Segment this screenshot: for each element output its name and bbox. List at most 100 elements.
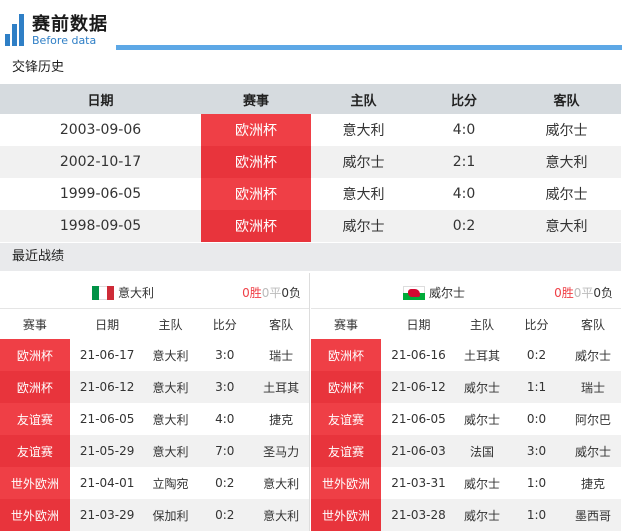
table-row[interactable]: 友谊赛 21-06-03 法国 3:0 威尔士 bbox=[311, 435, 621, 467]
away-team: 瑞士 bbox=[580, 380, 605, 395]
away-team: 意大利 bbox=[263, 476, 300, 491]
col-home: 主队 bbox=[469, 317, 494, 332]
home-team: 意大利 bbox=[152, 444, 189, 459]
table-row[interactable]: 欧洲杯 21-06-16 土耳其 0:2 威尔士 bbox=[311, 339, 621, 371]
score: 2:1 bbox=[452, 154, 476, 170]
team-name: 威尔士 bbox=[429, 286, 466, 300]
team-record: 0胜0平0负 bbox=[554, 284, 613, 301]
score: 1:1 bbox=[526, 380, 547, 394]
team-name: 意大利 bbox=[118, 286, 155, 300]
score: 3:0 bbox=[215, 348, 235, 362]
competition-badge: 欧洲杯 bbox=[0, 371, 70, 403]
home-team: 意大利 bbox=[342, 187, 385, 203]
col-score: 比分 bbox=[212, 317, 237, 332]
competition-badge: 友谊赛 bbox=[311, 403, 381, 435]
table-row[interactable]: 世外欧洲 21-03-29 保加利 0:2 意大利 bbox=[0, 499, 309, 531]
match-date: 21-06-12 bbox=[391, 380, 446, 394]
page-header: 赛前数据 Before data bbox=[0, 0, 626, 54]
match-date: 21-06-16 bbox=[391, 348, 446, 362]
match-date: 21-06-03 bbox=[391, 444, 446, 458]
match-date: 1999-06-05 bbox=[59, 186, 142, 202]
page-subtitle: Before data bbox=[32, 34, 97, 47]
col-date: 日期 bbox=[87, 93, 114, 109]
away-team: 威尔士 bbox=[545, 187, 588, 203]
match-date: 21-03-28 bbox=[391, 508, 446, 522]
header-divider bbox=[116, 45, 622, 50]
home-team: 意大利 bbox=[342, 123, 385, 139]
away-team: 意大利 bbox=[545, 219, 588, 235]
competition-badge: 友谊赛 bbox=[0, 403, 70, 435]
competition-badge: 欧洲杯 bbox=[201, 146, 311, 178]
competition-badge: 欧洲杯 bbox=[201, 210, 311, 242]
competition-badge: 世外欧洲 bbox=[311, 499, 381, 531]
table-row[interactable]: 欧洲杯 21-06-12 意大利 3:0 土耳其 bbox=[0, 371, 309, 403]
col-date: 日期 bbox=[406, 317, 431, 332]
away-team: 威尔士 bbox=[545, 123, 588, 139]
table-row[interactable]: 友谊赛 21-06-05 威尔士 0:0 阿尔巴 bbox=[311, 403, 621, 435]
recent-section-title: 最近战绩 bbox=[0, 243, 621, 271]
competition-badge: 世外欧洲 bbox=[311, 467, 381, 499]
team-label: 意大利 bbox=[92, 284, 154, 301]
bar-chart-icon bbox=[5, 14, 29, 46]
competition-badge: 欧洲杯 bbox=[311, 339, 381, 371]
table-row[interactable]: 世外欧洲 21-03-28 威尔士 1:0 墨西哥 bbox=[311, 499, 621, 531]
home-team: 威尔士 bbox=[342, 155, 385, 171]
team-label: 威尔士 bbox=[403, 284, 465, 301]
record-draw: 0平 bbox=[261, 286, 282, 300]
record-lose: 0负 bbox=[281, 286, 301, 300]
table-row[interactable]: 1998-09-05 欧洲杯 威尔士 0:2 意大利 bbox=[0, 210, 621, 242]
table-row[interactable]: 1999-06-05 欧洲杯 意大利 4:0 威尔士 bbox=[0, 178, 621, 210]
home-team: 威尔士 bbox=[463, 380, 500, 395]
record-lose: 0负 bbox=[593, 286, 613, 300]
home-team: 法国 bbox=[469, 444, 494, 459]
table-row[interactable]: 友谊赛 21-06-05 意大利 4:0 捷克 bbox=[0, 403, 309, 435]
col-away: 客队 bbox=[580, 317, 605, 332]
table-row[interactable]: 2002-10-17 欧洲杯 威尔士 2:1 意大利 bbox=[0, 146, 621, 178]
page-title: 赛前数据 bbox=[32, 14, 108, 35]
match-date: 2003-09-06 bbox=[59, 122, 142, 138]
home-team: 威尔士 bbox=[463, 508, 500, 523]
team-bar: 意大利 0胜0平0负 bbox=[0, 273, 309, 309]
recent-header-row: 赛事 日期 主队 比分 客队 bbox=[0, 309, 309, 339]
team-record: 0胜0平0负 bbox=[242, 284, 301, 301]
score: 0:2 bbox=[215, 476, 235, 490]
table-row[interactable]: 世外欧洲 21-04-01 立陶宛 0:2 意大利 bbox=[0, 467, 309, 499]
recent-panel-italy: 意大利 0胜0平0负 赛事 日期 主队 比分 客队 欧洲杯 21-06-17 意… bbox=[0, 273, 310, 531]
table-row[interactable]: 友谊赛 21-05-29 意大利 7:0 圣马力 bbox=[0, 435, 309, 467]
record-win: 0胜 bbox=[554, 286, 574, 300]
match-date: 2002-10-17 bbox=[59, 154, 142, 170]
italy-flag-icon bbox=[92, 285, 114, 300]
away-team: 意大利 bbox=[263, 508, 300, 523]
col-competition: 赛事 bbox=[22, 317, 47, 332]
match-date: 21-06-12 bbox=[79, 380, 135, 394]
competition-badge: 友谊赛 bbox=[0, 435, 70, 467]
away-team: 墨西哥 bbox=[574, 508, 611, 523]
col-score: 比分 bbox=[450, 93, 477, 109]
away-team: 土耳其 bbox=[263, 380, 300, 395]
away-team: 威尔士 bbox=[574, 444, 611, 459]
recent-panel-wales: 威尔士 0胜0平0负 赛事 日期 主队 比分 客队 欧洲杯 21-06-16 土… bbox=[311, 273, 621, 531]
home-team: 威尔士 bbox=[342, 219, 385, 235]
score: 0:0 bbox=[526, 412, 547, 426]
score: 4:0 bbox=[452, 122, 476, 138]
table-row[interactable]: 欧洲杯 21-06-17 意大利 3:0 瑞士 bbox=[0, 339, 309, 371]
score: 3:0 bbox=[526, 444, 547, 458]
table-row[interactable]: 世外欧洲 21-03-31 威尔士 1:0 捷克 bbox=[311, 467, 621, 499]
match-date: 21-06-17 bbox=[79, 348, 135, 362]
score: 0:2 bbox=[215, 508, 235, 522]
competition-badge: 世外欧洲 bbox=[0, 467, 70, 499]
home-team: 立陶宛 bbox=[152, 476, 189, 491]
match-date: 21-03-31 bbox=[391, 476, 446, 490]
home-team: 威尔士 bbox=[463, 412, 500, 427]
score: 3:0 bbox=[215, 380, 235, 394]
table-row[interactable]: 欧洲杯 21-06-12 威尔士 1:1 瑞士 bbox=[311, 371, 621, 403]
col-away: 客队 bbox=[269, 317, 294, 332]
competition-badge: 欧洲杯 bbox=[0, 339, 70, 371]
table-row[interactable]: 2003-09-06 欧洲杯 意大利 4:0 威尔士 bbox=[0, 114, 621, 146]
score: 0:2 bbox=[452, 218, 476, 234]
col-competition: 赛事 bbox=[333, 317, 358, 332]
match-date: 21-06-05 bbox=[391, 412, 446, 426]
score: 0:2 bbox=[526, 348, 547, 362]
history-table: 日期 赛事 主队 比分 客队 2003-09-06 欧洲杯 意大利 4:0 威尔… bbox=[0, 84, 621, 242]
match-date: 21-03-29 bbox=[79, 508, 135, 522]
